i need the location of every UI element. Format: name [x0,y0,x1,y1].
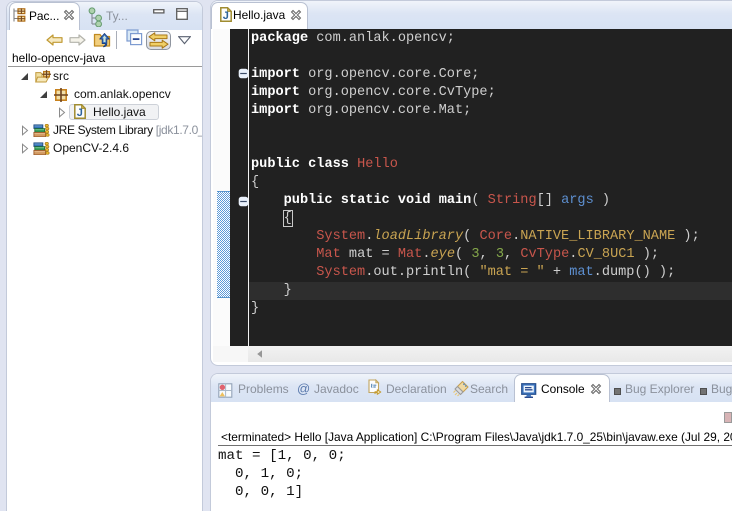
svg-text:J: J [77,107,83,119]
svg-text:J: J [223,10,229,22]
